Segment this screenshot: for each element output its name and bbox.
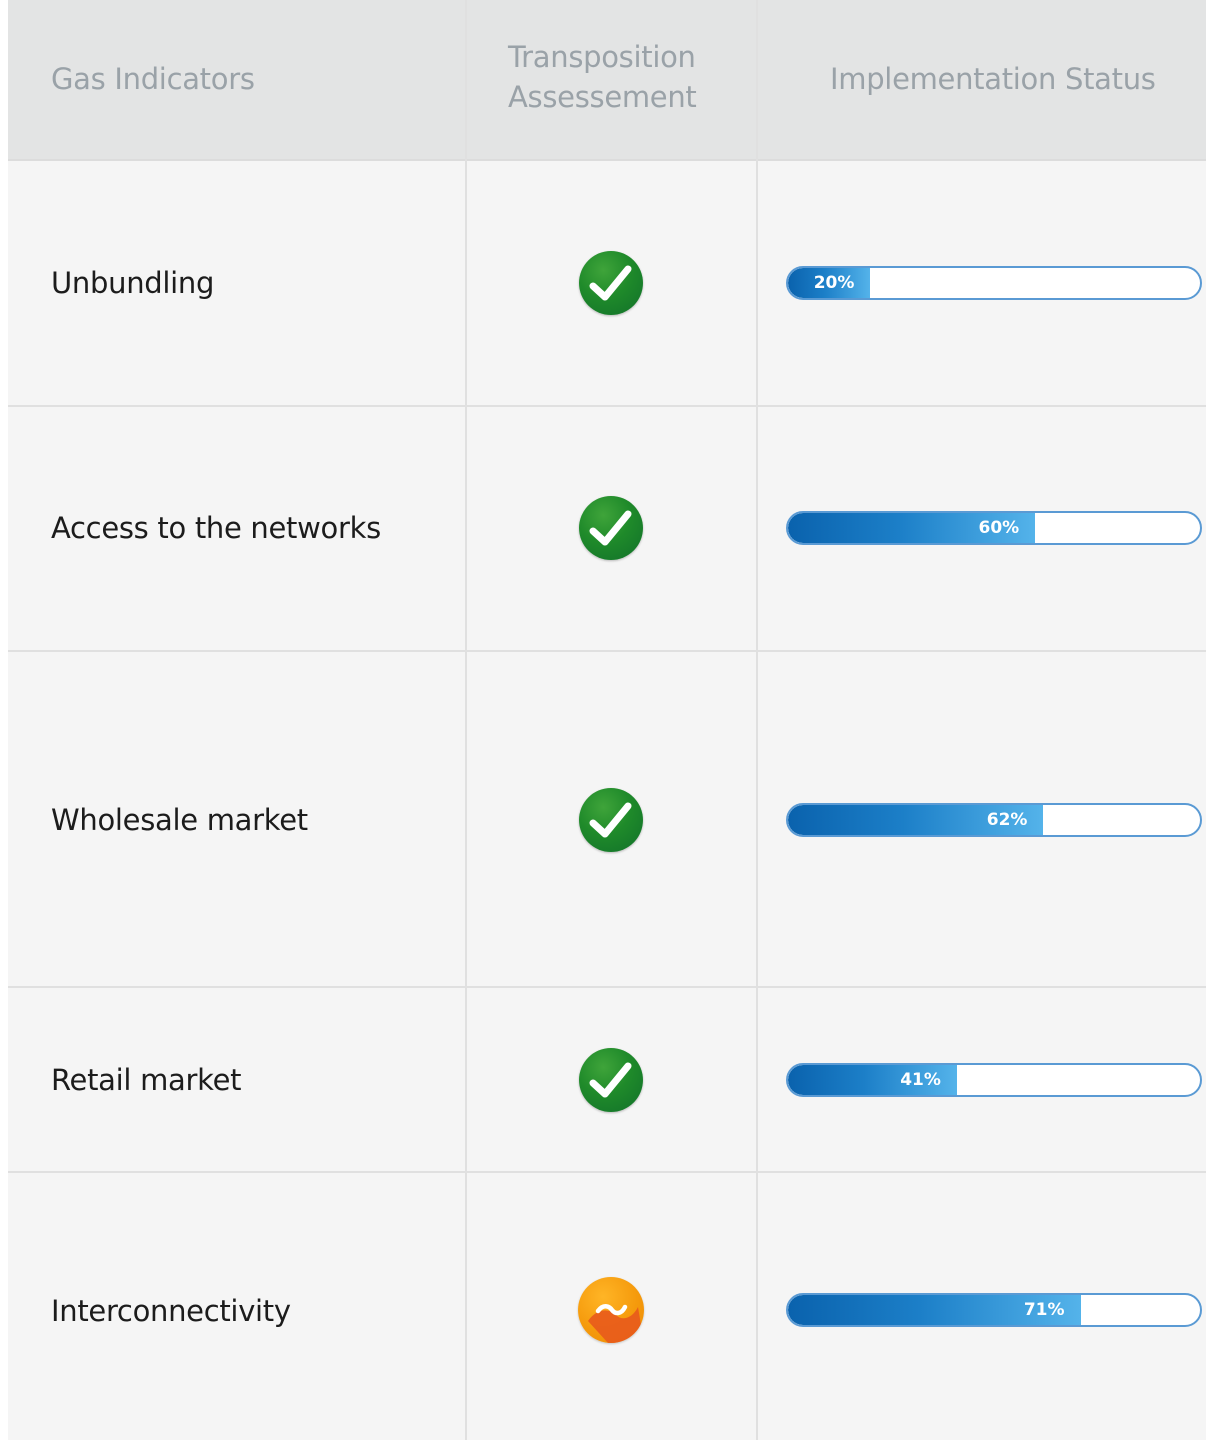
gas-indicators-table: Gas Indicators Transposition Assessement… [8,0,1206,1440]
row-label: Interconnectivity [51,1294,291,1328]
progress-fill: 71% [788,1295,1081,1325]
progress-bar: 60% [786,511,1202,545]
progress-label: 60% [978,518,1020,538]
row-label: Retail market [51,1063,242,1097]
row-label: Unbundling [51,266,215,300]
progress-fill: 62% [788,805,1044,835]
check-icon [579,788,643,852]
column-divider [465,0,467,1440]
table-header: Gas Indicators Transposition Assessement… [8,0,1206,161]
tilde-icon [578,1277,644,1343]
progress-label: 71% [1023,1300,1065,1320]
progress-bar: 41% [786,1063,1202,1097]
check-icon [579,496,643,560]
progress-label: 62% [986,810,1028,830]
row-divider [8,650,1206,652]
progress-bar: 62% [786,803,1202,837]
row-divider [8,405,1206,407]
header-transposition-assessment: Transposition Assessement [508,37,697,117]
row-label: Wholesale market [51,803,308,837]
row-label: Access to the networks [51,511,381,545]
progress-fill: 60% [788,513,1036,543]
progress-fill: 20% [788,268,871,298]
header-gas-indicators: Gas Indicators [51,62,255,96]
progress-label: 20% [813,273,855,293]
row-divider [8,1171,1206,1173]
progress-bar: 20% [786,266,1202,300]
check-icon [579,1048,643,1112]
header-implementation-status: Implementation Status [830,62,1156,96]
progress-label: 41% [900,1070,941,1090]
header-transposition-line2: Assessement [508,80,697,114]
progress-bar: 71% [786,1293,1202,1327]
header-transposition-line1: Transposition [508,40,696,74]
column-divider [756,0,758,1440]
row-divider [8,986,1206,988]
progress-fill: 41% [788,1065,957,1095]
check-icon [579,251,643,315]
